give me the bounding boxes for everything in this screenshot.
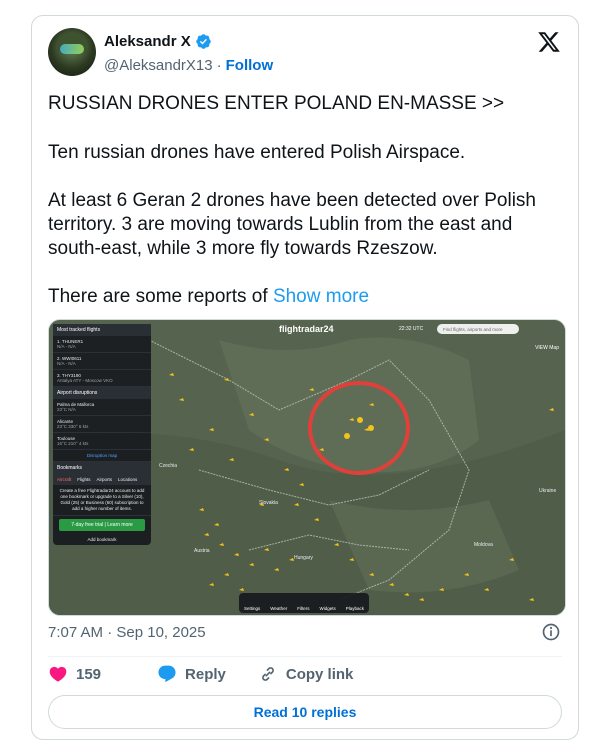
author-handle[interactable]: @AleksandrX13	[104, 57, 213, 74]
reply-bubble-icon	[158, 665, 176, 683]
separator-dot: ·	[216, 57, 222, 74]
widgets-button[interactable]: Widgets	[319, 606, 335, 611]
tweet-card: Aleksandr X @AleksandrX13 · Follow RUSSIAN…	[31, 15, 579, 740]
x-logo-icon[interactable]	[537, 30, 561, 54]
airport-row[interactable]: Toulouse 16°C 210° 4 kts	[53, 433, 151, 450]
map-screenshot[interactable]: flightradar24 22:32 UTC Find flights, ai…	[48, 319, 566, 616]
author-name[interactable]: Aleksandr X	[104, 33, 191, 50]
tracked-flight-row[interactable]: 2. WWI0611 N/A - N/A	[53, 353, 151, 370]
action-bar: 159 Reply Copy link	[48, 663, 385, 685]
weather-button[interactable]: Weather	[270, 606, 287, 611]
info-icon[interactable]	[541, 622, 561, 642]
disruptions-header-label: Airport disruptions	[57, 390, 98, 396]
bookmark-tab[interactable]: Locations	[118, 477, 137, 482]
bookmark-tab[interactable]: Aircraft	[57, 477, 71, 482]
airport-weather: 23°C 330° 6 kts	[57, 424, 89, 429]
read-replies-button[interactable]: Read 10 replies	[48, 695, 562, 729]
bookmarks-header-label: Bookmarks	[57, 465, 83, 471]
playback-button[interactable]: Playback	[346, 606, 364, 611]
airport-row[interactable]: Palma de Mallorca 23°C N/A	[53, 399, 151, 416]
tracked-route: N/A - N/A	[57, 361, 76, 366]
settings-button[interactable]: Settings	[244, 606, 260, 611]
follow-button[interactable]: Follow	[226, 57, 274, 74]
bookmark-promo: Create a free Flightradar24 account to a…	[53, 485, 151, 516]
map-clock: 22:32 UTC	[399, 326, 424, 332]
avatar[interactable]	[48, 28, 96, 76]
tracked-route: N/A - N/A	[57, 344, 76, 349]
disruptions-header: Airport disruptions	[53, 387, 151, 399]
country-label: Moldova	[474, 542, 493, 548]
airport-weather: 23°C N/A	[57, 407, 76, 412]
map-view-toggle[interactable]: VIEW Map	[535, 345, 559, 351]
tracked-flight-row[interactable]: 3. THY3190 Antalya ATY - Moscow VKO	[53, 370, 151, 387]
disruption-map-link[interactable]: Disruption map	[53, 450, 151, 462]
tweet-timestamp[interactable]: 7:07 AM · Sep 10, 2025	[48, 624, 206, 641]
tracked-route: Antalya ATY - Moscow VKO	[57, 378, 113, 383]
airport-weather: 16°C 210° 4 kts	[57, 441, 89, 446]
copy-link-button[interactable]: Copy link	[258, 664, 354, 684]
country-label: Czechia	[159, 463, 178, 469]
author-name-row[interactable]: Aleksandr X	[104, 33, 212, 50]
show-more-link[interactable]: Show more	[273, 286, 369, 307]
tweet-paragraph-1: Ten russian drones have entered Polish A…	[48, 142, 466, 163]
bookmark-tabs: Aircraft Flights Airports Locations	[53, 474, 151, 485]
bookmark-tab[interactable]: Flights	[77, 477, 90, 482]
tracked-header-label: Most tracked flights	[57, 327, 101, 333]
map-bottom-toolbar: Settings Weather Filters Widgets Playbac…	[239, 593, 369, 613]
country-label: Austria	[194, 548, 210, 554]
reply-label: Reply	[185, 665, 226, 683]
map-search-input[interactable]: Find flights, airports and more	[437, 324, 519, 334]
flightradar-logo: flightradar24	[279, 324, 334, 334]
tweet-headline: RUSSIAN DRONES ENTER POLAND EN-MASSE >>	[48, 93, 505, 114]
like-count: 159	[76, 665, 102, 683]
avatar-visor	[60, 44, 84, 54]
copy-link-label: Copy link	[285, 665, 354, 683]
handle-row: @AleksandrX13 · Follow	[104, 57, 273, 74]
bookmarks-header: Bookmarks	[53, 462, 151, 474]
filters-button[interactable]: Filters	[297, 606, 309, 611]
add-bookmark-button[interactable]: Add bookmark	[53, 534, 151, 545]
country-label: Hungary	[294, 555, 313, 561]
verified-badge-icon	[195, 34, 211, 49]
tracked-flight-row[interactable]: 1. THUNER1 N/A - N/A	[53, 336, 151, 353]
bookmark-tab[interactable]: Airports	[97, 477, 113, 482]
heart-icon	[49, 666, 67, 682]
tweet-paragraph-3-text: There are some reports of	[48, 286, 273, 307]
tracked-header: Most tracked flights	[53, 324, 151, 336]
airport-row[interactable]: Alicante 23°C 330° 6 kts	[53, 416, 151, 433]
divider	[48, 656, 562, 657]
country-label: Slovakia	[259, 500, 278, 506]
link-icon	[262, 667, 274, 681]
flightradar-side-panel: Most tracked flights 1. THUNER1 N/A - N/…	[53, 324, 151, 545]
like-button[interactable]: 159	[48, 664, 125, 684]
reply-button[interactable]: Reply	[157, 664, 226, 684]
tweet-paragraph-2: At least 6 Geran 2 drones have been dete…	[48, 190, 536, 259]
trial-button[interactable]: 7-day free trial | Learn more	[59, 519, 145, 531]
country-label: Ukraine	[539, 488, 557, 494]
tweet-paragraph-3: There are some reports of Show more	[48, 285, 563, 309]
